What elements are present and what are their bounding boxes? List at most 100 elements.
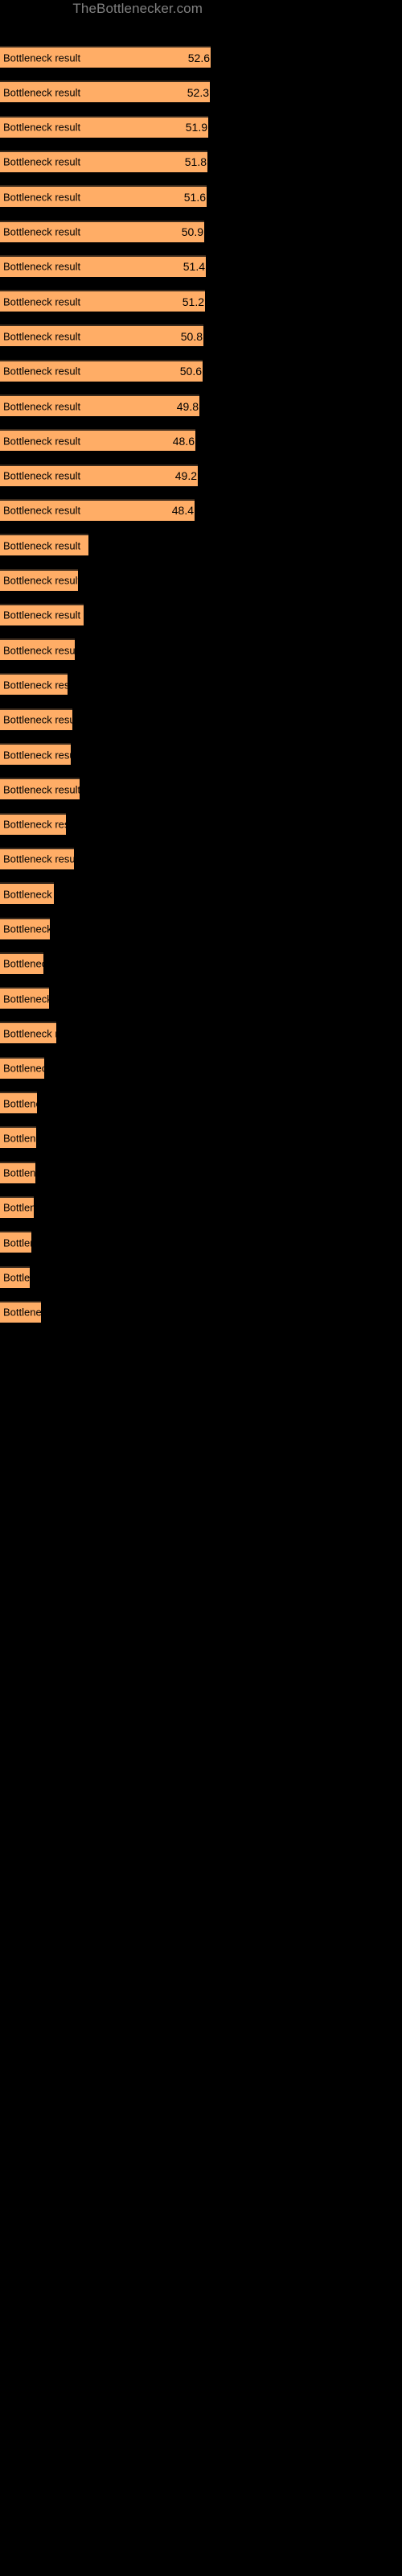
bar-value: 50.8 — [180, 329, 203, 343]
bar-row: Bottleneck result 48.6 — [0, 429, 402, 452]
bar-row: Bottleneck result — [0, 708, 402, 730]
bar-row: Bottleneck result 49.2 — [0, 464, 402, 486]
bar-row: Bottleneck result 50.8 — [0, 324, 402, 347]
bar[interactable]: Bottleneck result 50.8 — [0, 324, 203, 347]
bar-row: Bottleneck result — [0, 673, 402, 696]
bar[interactable]: Bottleneck result — [0, 1092, 37, 1113]
bar-value: 52.6 — [187, 51, 210, 64]
bar-label: Bottleneck result — [3, 818, 66, 831]
bar[interactable]: Bottleneck result — [0, 638, 75, 661]
bar-row: Bottleneck result — [0, 1092, 402, 1113]
bar[interactable]: Bottleneck result 51.9 — [0, 115, 208, 138]
bar[interactable]: Bottleneck result 50.6 — [0, 359, 203, 382]
bottleneck-chart: TheBottlenecker.com Bottleneck result 52.… — [0, 0, 402, 2576]
bar-label: Bottleneck result — [3, 191, 81, 204]
bar-row: Bottleneck result — [0, 847, 402, 869]
bar-row: Bottleneck result — [0, 568, 402, 591]
bar-row: Bottleneck result — [0, 1231, 402, 1253]
bar-value: 52.3 — [187, 85, 209, 99]
bar-value: 49.2 — [174, 469, 197, 483]
bar-row: Bottleneck result — [0, 1161, 402, 1183]
bar[interactable]: Bottleneck result — [0, 708, 72, 730]
bar[interactable]: Bottleneck result — [0, 1265, 30, 1288]
bar-row: Bottleneck result — [0, 1265, 402, 1288]
bar[interactable]: Bottleneck result — [0, 1126, 36, 1149]
bar[interactable]: Bottleneck result 50.9 — [0, 220, 204, 242]
bar[interactable]: Bottleneck result 51.8 — [0, 150, 207, 172]
bar-row: Bottleneck result — [0, 1056, 402, 1079]
bar[interactable]: Bottleneck result 51.6 — [0, 185, 207, 208]
bar-label: Bottleneck result — [3, 260, 81, 273]
bar-label: Bottleneck result — [3, 713, 72, 726]
bar-label: Bottleneck result — [3, 852, 74, 865]
bar-label: Bottleneck result — [3, 609, 81, 621]
bar[interactable]: Bottleneck result — [0, 1231, 31, 1253]
bar-label: Bottleneck result — [3, 1097, 37, 1109]
bar[interactable]: Bottleneck result — [0, 952, 43, 974]
bar[interactable]: Bottleneck result — [0, 673, 68, 696]
bar-label: Bottleneck result — [3, 923, 50, 935]
bar-label: Bottleneck result — [3, 121, 81, 134]
bar[interactable]: Bottleneck result — [0, 603, 84, 625]
bar[interactable]: Bottleneck result — [0, 882, 54, 905]
bar-row: Bottleneck result — [0, 1300, 402, 1323]
bar[interactable]: Bottleneck result — [0, 917, 50, 939]
bar-label: Bottleneck result — [3, 574, 78, 587]
bar[interactable]: Bottleneck result 48.4 — [0, 498, 195, 521]
bar-row: Bottleneck result — [0, 882, 402, 905]
bar[interactable]: Bottleneck result 52.6 — [0, 46, 211, 68]
bar-label: Bottleneck result — [3, 1027, 56, 1040]
bar[interactable]: Bottleneck result — [0, 534, 88, 556]
bar[interactable]: Bottleneck result 51.4 — [0, 254, 206, 277]
bar-value: 51.9 — [185, 121, 207, 134]
bar[interactable]: Bottleneck result — [0, 1161, 35, 1183]
bar-label: Bottleneck result — [3, 504, 81, 517]
bar[interactable]: Bottleneck result — [0, 987, 49, 1009]
bar-label: Bottleneck result — [3, 435, 81, 448]
bar-row: Bottleneck result — [0, 1126, 402, 1149]
bar-label: Bottleneck result — [3, 539, 81, 552]
bar-label: Bottleneck result — [3, 295, 81, 308]
bar[interactable]: Bottleneck result 48.6 — [0, 429, 195, 452]
bar-label: Bottleneck result — [3, 365, 81, 378]
bar-row: Bottleneck result 51.6 — [0, 185, 402, 208]
bar-list: Bottleneck result 52.6 Bottleneck result 52… — [0, 0, 402, 2576]
bar-row: Bottleneck result — [0, 1022, 402, 1044]
bar[interactable]: Bottleneck result — [0, 778, 80, 800]
bar-row: Bottleneck result 51.4 — [0, 254, 402, 277]
bar-row: Bottleneck result 51.2 — [0, 290, 402, 312]
bar-label: Bottleneck result — [3, 155, 81, 168]
bar[interactable]: Bottleneck result 52.3 — [0, 80, 210, 103]
bar[interactable]: Bottleneck result — [0, 743, 71, 765]
bar-row: Bottleneck result — [0, 987, 402, 1009]
bar-label: Bottleneck result — [3, 1236, 31, 1249]
bar-value: 51.8 — [184, 155, 207, 169]
bar-value: 48.6 — [172, 434, 195, 448]
bar-label: Bottleneck result — [3, 86, 81, 99]
bar-value: 51.6 — [183, 190, 206, 204]
bar[interactable]: Bottleneck result — [0, 1195, 34, 1218]
bar[interactable]: Bottleneck result — [0, 1300, 41, 1323]
bar[interactable]: Bottleneck result 49.2 — [0, 464, 198, 486]
bar-value: 51.2 — [182, 295, 204, 308]
bar-row: Bottleneck result 52.6 — [0, 46, 402, 68]
bar-label: Bottleneck result — [3, 993, 49, 1005]
bar[interactable]: Bottleneck result — [0, 1022, 56, 1044]
bar-row: Bottleneck result — [0, 952, 402, 974]
bar[interactable]: Bottleneck result 49.8 — [0, 394, 199, 416]
bar-row: Bottleneck result 51.9 — [0, 115, 402, 138]
bar-value: 50.6 — [179, 365, 202, 378]
bar[interactable]: Bottleneck result — [0, 1056, 44, 1079]
bar-label: Bottleneck result — [3, 957, 43, 970]
bar[interactable]: Bottleneck result — [0, 812, 66, 835]
bar-label: Bottleneck result — [3, 469, 81, 482]
bar[interactable]: Bottleneck result — [0, 847, 74, 869]
bar-row: Bottleneck result 52.3 — [0, 80, 402, 103]
bar[interactable]: Bottleneck result 51.2 — [0, 290, 205, 312]
bar[interactable]: Bottleneck result — [0, 568, 78, 591]
bar-label: Bottleneck result — [3, 225, 81, 238]
bar-label: Bottleneck result — [3, 644, 75, 657]
bar-row: Bottleneck result — [0, 638, 402, 661]
bar-label: Bottleneck result — [3, 52, 81, 64]
bar-row: Bottleneck result — [0, 917, 402, 939]
